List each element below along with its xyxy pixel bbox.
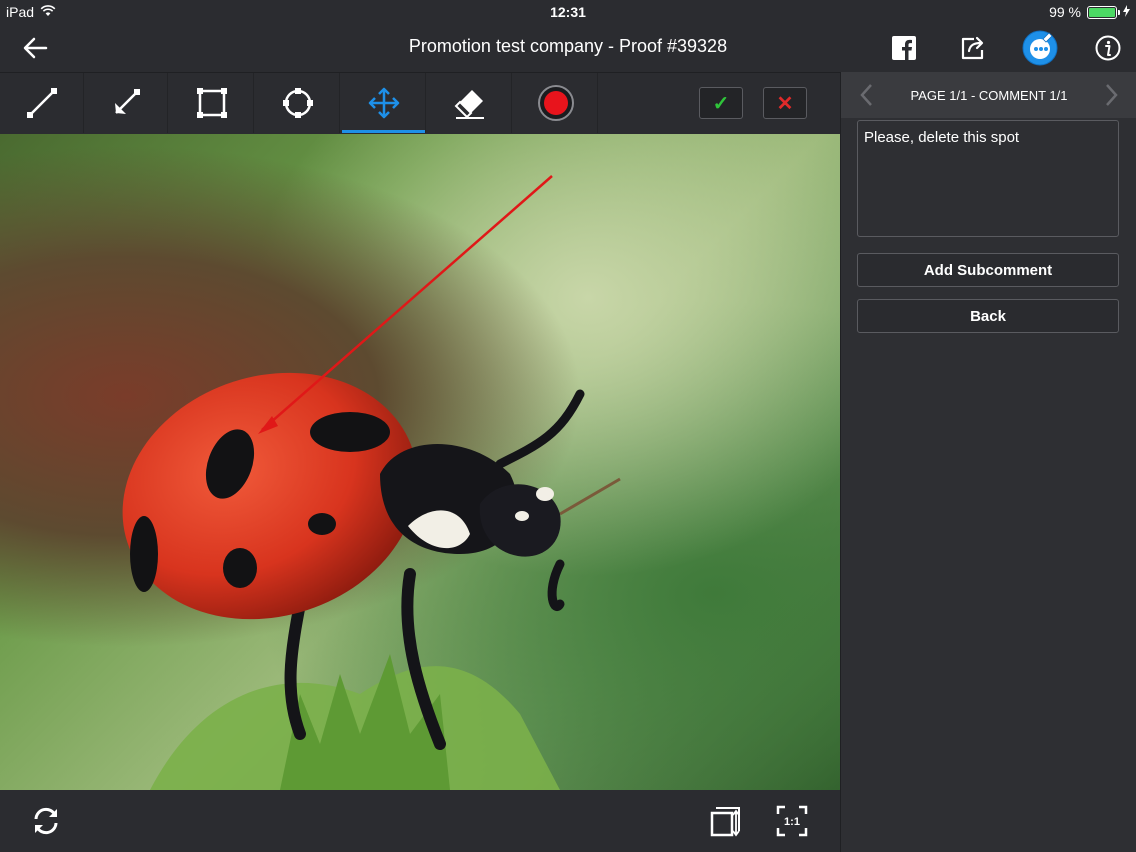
comments-panel: PAGE 1/1 - COMMENT 1/1 Please, delete th… [840, 72, 1136, 852]
actual-size-label: 1:1 [784, 816, 800, 828]
circle-tool[interactable] [256, 73, 340, 133]
eraser-icon [454, 90, 484, 119]
fit-page-icon[interactable] [708, 804, 742, 838]
share-icon[interactable] [958, 32, 990, 64]
bottom-bar: 1:1 [0, 790, 840, 852]
previous-comment-icon[interactable] [855, 82, 879, 108]
drawing-toolbar: ✓ ✕ [0, 72, 840, 134]
move-tool[interactable] [342, 73, 426, 133]
add-subcomment-button[interactable]: Add Subcomment [857, 253, 1119, 287]
clock: 12:31 [550, 4, 586, 20]
record-color-icon [537, 85, 574, 121]
circle-icon [282, 88, 313, 118]
arrow-tool[interactable] [84, 73, 168, 133]
facebook-icon[interactable] [888, 32, 920, 64]
refresh-icon[interactable] [29, 804, 63, 838]
actual-size-icon[interactable]: 1:1 [775, 804, 809, 838]
navigation-bar: Promotion test company - Proof #39328 [0, 24, 1136, 72]
move-icon [368, 87, 399, 119]
next-comment-icon[interactable] [1099, 82, 1123, 108]
arrow-icon [114, 89, 140, 114]
status-bar: iPad 12:31 99 % [0, 0, 1136, 24]
battery-percent: 99 % [1049, 4, 1081, 20]
charging-icon [1123, 4, 1130, 20]
info-icon[interactable] [1092, 32, 1124, 64]
ladybug-photo [122, 175, 621, 790]
back-button[interactable]: Back [857, 299, 1119, 333]
pager-label: PAGE 1/1 - COMMENT 1/1 [910, 87, 1068, 103]
battery-icon [1087, 5, 1120, 19]
eraser-tool[interactable] [428, 73, 512, 133]
image-canvas[interactable] [0, 134, 840, 790]
accept-button[interactable]: ✓ [699, 87, 743, 119]
color-tool[interactable] [514, 73, 598, 133]
reject-button[interactable]: ✕ [763, 87, 807, 119]
rectangle-icon [196, 88, 227, 118]
line-tool[interactable] [0, 73, 84, 133]
comment-pager: PAGE 1/1 - COMMENT 1/1 [841, 72, 1136, 118]
line-icon [26, 88, 57, 118]
annotate-avatar-icon[interactable] [1022, 30, 1058, 66]
comment-textarea[interactable]: Please, delete this spot [857, 120, 1119, 237]
rectangle-tool[interactable] [170, 73, 254, 133]
status-right: 99 % [1049, 4, 1130, 20]
